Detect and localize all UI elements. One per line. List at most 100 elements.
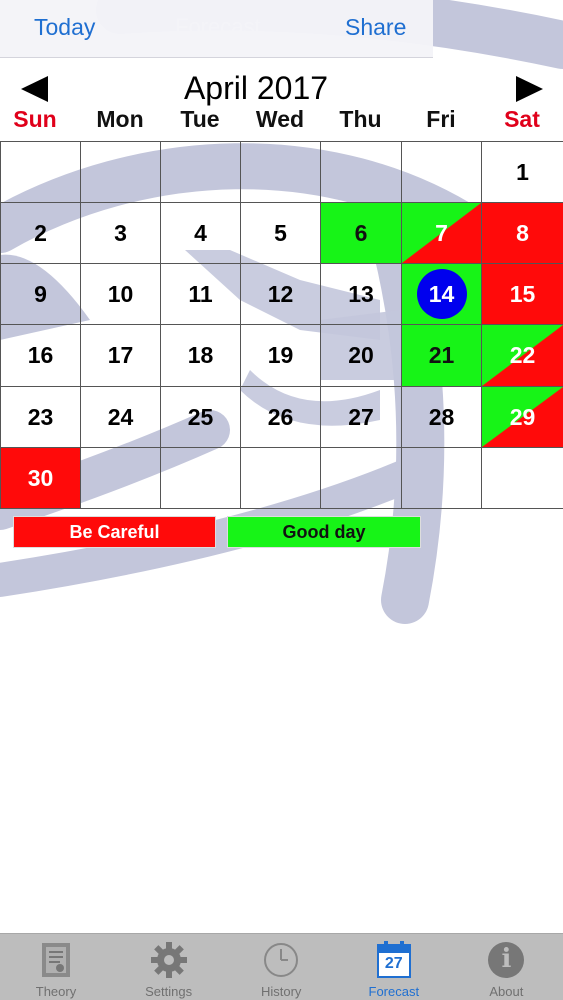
day-cell-8[interactable]: 8: [481, 202, 563, 264]
legend: Be Careful Good day: [0, 516, 563, 550]
day-cell-18[interactable]: 18: [160, 324, 241, 387]
day-number: 22: [509, 342, 536, 368]
day-number: 15: [509, 280, 536, 307]
day-cell-13[interactable]: 13: [320, 263, 402, 325]
day-cell-5[interactable]: 5: [240, 202, 321, 264]
tab-label: Theory: [35, 984, 77, 999]
weekday-label-thu: Thu: [339, 106, 382, 132]
day-number: 24: [107, 403, 134, 430]
weekday-label-wed: Wed: [255, 106, 305, 132]
day-number: 4: [194, 219, 207, 246]
tab-label: Forecast: [368, 984, 420, 999]
empty-day-cell: [481, 447, 563, 509]
day-number: 19: [267, 342, 294, 368]
day-number: 23: [27, 403, 54, 430]
weekday-label-mon: Mon: [96, 106, 144, 132]
calendar-icon: 27: [374, 940, 414, 980]
legend-be-careful: Be Careful: [13, 516, 216, 548]
day-cell-21[interactable]: 21: [401, 324, 482, 387]
next-month-button[interactable]: [512, 72, 546, 106]
today-button[interactable]: Today: [34, 14, 95, 41]
tab-forecast[interactable]: 27 Forecast: [338, 934, 450, 1000]
day-number: 18: [187, 342, 214, 368]
day-cell-23[interactable]: 23: [0, 386, 81, 448]
day-number: 26: [267, 403, 294, 430]
clock-icon: [261, 940, 301, 980]
day-number: 16: [27, 342, 54, 368]
empty-day-cell: [240, 447, 321, 509]
calendar-grid: 1 2 3 4 5 6 7 8 9 10 11 12 13 14 15 16 17 18 19 20 21 22 23 24 2…: [0, 141, 563, 509]
day-cell-20[interactable]: 20: [320, 324, 402, 387]
day-number: 2: [34, 219, 47, 246]
empty-day-cell: [401, 141, 482, 203]
weekday-header-row: Sun Mon Tue Wed Thu Fri Sat: [0, 106, 563, 136]
day-number: 9: [34, 280, 47, 307]
empty-day-cell: [80, 447, 161, 509]
day-cell-7[interactable]: 7: [401, 202, 482, 264]
day-number: 11: [188, 280, 213, 307]
day-cell-2[interactable]: 2: [0, 202, 81, 264]
day-number: 10: [107, 280, 134, 307]
empty-day-cell: [0, 141, 81, 203]
tab-label: About: [489, 984, 524, 999]
day-cell-1[interactable]: 1: [481, 141, 563, 203]
day-number: 13: [348, 280, 374, 307]
day-number: 21: [428, 342, 455, 368]
day-cell-22[interactable]: 22: [481, 324, 563, 387]
day-cell-4[interactable]: 4: [160, 202, 241, 264]
day-cell-11[interactable]: 11: [160, 263, 241, 325]
day-cell-29[interactable]: 29: [481, 386, 563, 448]
day-cell-25[interactable]: 25: [160, 386, 241, 448]
triangle-right-icon: [516, 76, 543, 102]
day-number: 6: [354, 219, 368, 246]
weekday-label-tue: Tue: [180, 106, 220, 132]
day-number: 8: [516, 219, 529, 246]
empty-day-cell: [320, 141, 402, 203]
tab-bar: Theory Settings History 27 Forecast i About: [0, 933, 563, 1000]
day-cell-30[interactable]: 30: [0, 447, 81, 509]
day-cell-15[interactable]: 15: [481, 263, 563, 325]
day-cell-10[interactable]: 10: [80, 263, 161, 325]
day-cell-17[interactable]: 17: [80, 324, 161, 387]
day-cell-16[interactable]: 16: [0, 324, 81, 387]
day-cell-19[interactable]: 19: [240, 324, 321, 387]
tab-icon-text: 27: [384, 955, 403, 972]
legend-good-day: Good day: [227, 516, 421, 548]
empty-day-cell: [160, 447, 241, 509]
month-title: April 2017: [183, 70, 329, 106]
day-cell-9[interactable]: 9: [0, 263, 81, 325]
day-cell-12[interactable]: 12: [240, 263, 321, 325]
day-cell-27[interactable]: 27: [320, 386, 402, 448]
tab-icon-text: i: [501, 944, 512, 974]
day-number: 25: [187, 403, 214, 430]
day-number: 7: [435, 219, 448, 246]
day-number: 17: [107, 342, 134, 368]
nav-title: Forecast: [175, 14, 261, 39]
weekday-label-fri: Fri: [426, 106, 456, 132]
tab-label: Settings: [145, 984, 193, 999]
certificate-icon: [36, 940, 76, 980]
tab-settings[interactable]: Settings: [113, 934, 225, 1000]
day-number: 27: [348, 403, 374, 430]
day-cell-26[interactable]: 26: [240, 386, 321, 448]
day-cell-24[interactable]: 24: [80, 386, 161, 448]
day-cell-6[interactable]: 6: [320, 202, 402, 264]
day-number: 28: [428, 403, 455, 430]
navigation-bar: Today Forecast Share: [0, 0, 563, 58]
day-number: 12: [267, 280, 294, 307]
share-button[interactable]: Share: [345, 14, 406, 41]
day-number: 29: [509, 403, 536, 430]
empty-day-cell: [160, 141, 241, 203]
empty-day-cell: [320, 447, 402, 509]
day-number: 5: [274, 219, 287, 246]
day-cell-3[interactable]: 3: [80, 202, 161, 264]
day-cell-28[interactable]: 28: [401, 386, 482, 448]
info-icon: i: [486, 940, 526, 980]
day-cell-14[interactable]: 14: [401, 263, 482, 325]
tab-about[interactable]: i About: [450, 934, 562, 1000]
tab-label: History: [260, 984, 302, 999]
empty-day-cell: [240, 141, 321, 203]
weekday-label-sat: Sat: [504, 106, 540, 132]
tab-history[interactable]: History: [225, 934, 337, 1000]
tab-theory[interactable]: Theory: [0, 934, 112, 1000]
